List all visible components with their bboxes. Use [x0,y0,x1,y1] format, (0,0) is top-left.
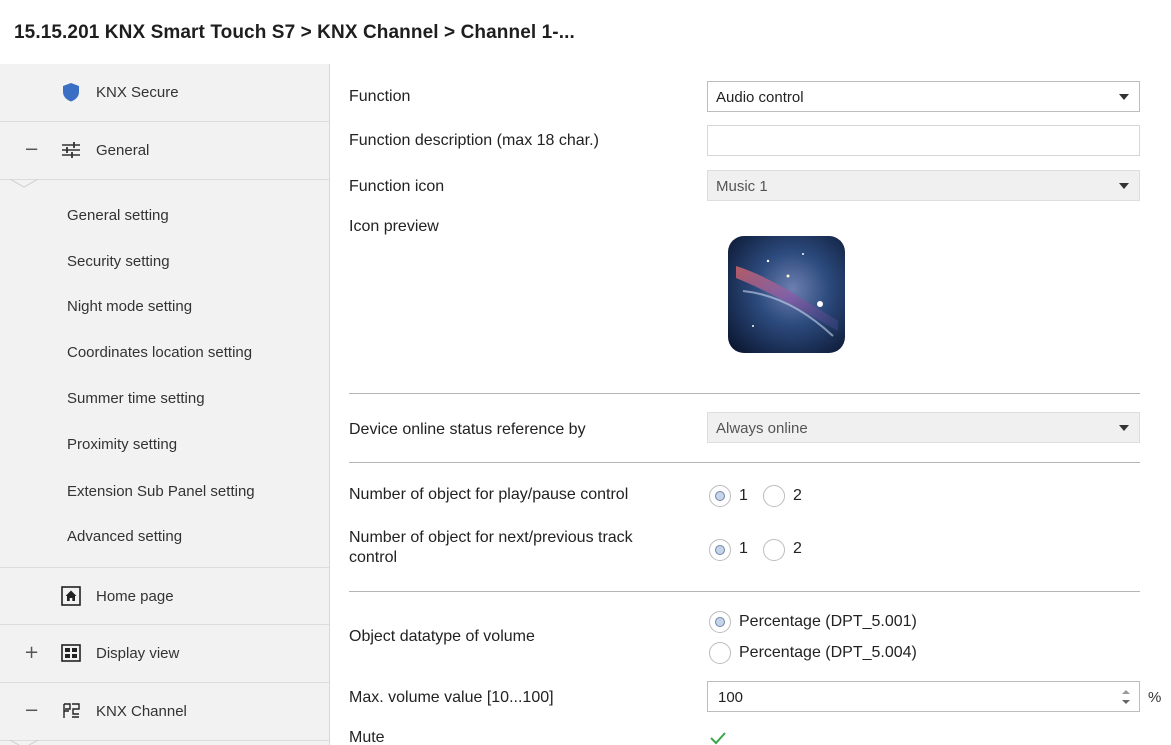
sidebar-item-knx-secure[interactable]: KNX Secure [0,64,329,122]
sidebar-item-general[interactable]: − General [0,122,329,180]
play-pause-radio-2[interactable] [763,485,785,507]
sidebar-item-label: KNX Channel [96,703,187,720]
sidebar-item-night-mode-setting[interactable]: Night mode setting [67,298,192,315]
sidebar-item-extension-sub-panel-setting[interactable]: Extension Sub Panel setting [67,483,255,500]
chevron-down-icon [1119,425,1129,431]
function-select-value: Audio control [716,89,804,106]
sidebar-item-knx-channel[interactable]: − KNX Channel [0,683,329,741]
next-previous-radio-1[interactable] [709,539,731,561]
online-status-select-value: Always online [716,420,808,437]
title-bar: 15.15.201 KNX Smart Touch S7 > KNX Chann… [0,0,1171,64]
next-previous-radio-2[interactable] [763,539,785,561]
sidebar-item-general-setting[interactable]: General setting [67,207,169,224]
sidebar-item-security-setting[interactable]: Security setting [67,253,170,270]
expand-indicator [10,740,38,745]
section-divider [349,393,1140,394]
sidebar-item-label: KNX Secure [96,84,179,101]
home-icon [61,586,81,606]
sidebar-item-summer-time-setting[interactable]: Summer time setting [67,390,205,407]
shield-icon [63,83,79,102]
sidebar-item-advanced-setting[interactable]: Advanced setting [67,528,182,545]
function-select[interactable]: Audio control [707,81,1140,112]
channel-icon [63,703,80,718]
volume-datatype-option-5001: Percentage (DPT_5.001) [739,613,917,630]
sidebar-item-label: Home page [96,588,174,605]
function-label: Function [349,88,411,105]
max-volume-input[interactable]: 100 [707,681,1140,712]
sidebar: KNX Secure − General General setting Sec… [0,64,330,745]
collapse-icon[interactable]: − [24,139,39,160]
volume-datatype-label: Object datatype of volume [349,628,535,645]
next-previous-label-line1: Number of object for next/previous track [349,529,633,546]
play-pause-option-2: 2 [793,487,802,504]
icon-preview-label: Icon preview [349,218,439,235]
volume-datatype-radio-5001[interactable] [709,611,731,633]
max-volume-unit: % [1148,689,1162,706]
parameter-panel: Function Audio control Function descript… [331,64,1171,745]
play-pause-label: Number of object for play/pause control [349,486,629,503]
play-pause-radio-1[interactable] [709,485,731,507]
volume-datatype-option-5004: Percentage (DPT_5.004) [739,644,917,661]
sidebar-item-home-page[interactable]: Home page [0,567,329,625]
online-status-select[interactable]: Always online [707,412,1140,443]
next-previous-option-2: 2 [793,540,802,557]
function-icon-select-value: Music 1 [716,178,768,195]
expand-indicator [10,179,38,188]
sidebar-item-label: General [96,142,150,159]
next-previous-option-1: 1 [739,540,748,557]
function-description-input[interactable] [707,125,1140,156]
sliders-icon [62,142,80,158]
sidebar-item-proximity-setting[interactable]: Proximity setting [67,436,177,453]
function-icon-label: Function icon [349,178,445,195]
music-icon-preview-image [728,236,845,353]
sidebar-item-display-view[interactable]: + Display view [0,625,329,683]
max-volume-label: Max. volume value [10...100] [349,689,554,706]
breadcrumb-title: 15.15.201 KNX Smart Touch S7 > KNX Chann… [14,22,575,43]
section-divider [349,462,1140,463]
function-icon-select[interactable]: Music 1 [707,170,1140,201]
function-description-label: Function description (max 18 char.) [349,132,599,149]
mute-checkbox[interactable] [707,727,729,745]
expand-icon[interactable]: + [24,642,39,663]
chevron-down-icon [1119,183,1129,189]
play-pause-option-1: 1 [739,487,748,504]
next-previous-label-line2: control [349,549,398,566]
display-grid-icon [61,644,81,662]
sidebar-item-label: Display view [96,645,180,662]
online-status-label: Device online status reference by [349,421,586,438]
chevron-down-icon [1119,94,1129,100]
next-previous-label: Number of object for next/previous track… [349,528,633,568]
spinner-arrows-icon[interactable] [1121,686,1131,708]
mute-label: Mute [349,729,385,745]
collapse-icon[interactable]: − [24,700,39,721]
sidebar-item-coordinates-location-setting[interactable]: Coordinates location setting [67,344,252,361]
max-volume-value: 100 [718,689,744,706]
section-divider [349,591,1140,592]
volume-datatype-radio-5004[interactable] [709,642,731,664]
